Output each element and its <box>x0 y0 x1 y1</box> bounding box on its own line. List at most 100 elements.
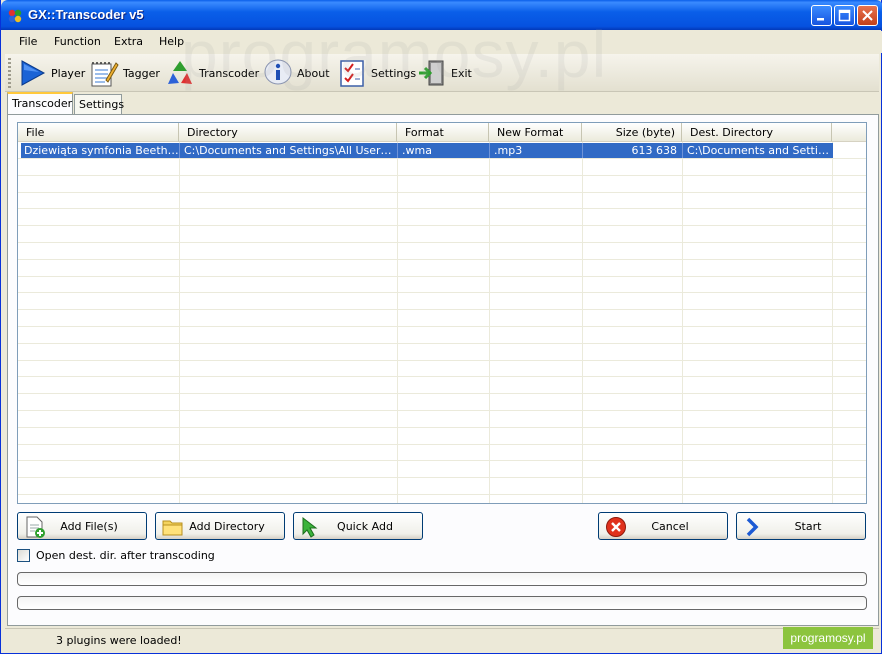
about-label: About <box>297 66 330 80</box>
player-label: Player <box>51 66 86 80</box>
column-size[interactable]: Size (byte) <box>582 123 682 142</box>
recycle-arrows-icon <box>168 61 192 84</box>
grid-row-line <box>18 309 866 310</box>
maximize-button[interactable] <box>834 5 855 26</box>
grid-row-line <box>18 192 866 193</box>
cell-divider <box>682 143 683 158</box>
cell-divider <box>582 143 583 158</box>
column-new-format[interactable]: New Format <box>489 123 582 142</box>
grid-row-line <box>18 242 866 243</box>
cell-divider <box>397 143 398 158</box>
play-icon <box>21 60 46 86</box>
add-directory-button[interactable]: Add Directory <box>155 512 285 540</box>
grid-column-line <box>832 142 833 503</box>
exit-door-icon <box>419 60 444 86</box>
window-title: GX::Transcoder v5 <box>28 7 144 22</box>
checklist-icon <box>340 60 364 87</box>
cell-new-format: .mp3 <box>494 144 523 157</box>
watermark-badge: programosy.pl <box>783 627 873 649</box>
grid-row-line <box>18 208 866 209</box>
notepad-pencil-icon <box>91 62 119 87</box>
transcoder-button[interactable]: Transcoder <box>165 56 259 90</box>
grid-row-line <box>18 460 866 461</box>
grid-row-line <box>18 477 866 478</box>
grid-row-line <box>18 444 866 445</box>
player-button[interactable]: Player <box>17 56 85 90</box>
grid-row-line <box>18 410 866 411</box>
column-dest-directory[interactable]: Dest. Directory <box>682 123 832 142</box>
start-button[interactable]: Start <box>736 512 866 540</box>
open-dest-label: Open dest. dir. after transcoding <box>36 549 215 562</box>
quick-add-label: Quick Add <box>337 519 393 533</box>
cancel-label: Cancel <box>651 519 689 533</box>
quick-add-button[interactable]: Quick Add <box>293 512 423 540</box>
minimize-icon <box>817 18 824 21</box>
column-filler <box>832 123 866 142</box>
grid-row-line <box>18 225 866 226</box>
file-list-table[interactable]: File Directory Format New Format Size (b… <box>17 122 867 504</box>
cell-format: .wma <box>402 144 432 157</box>
toolbar: Player Tagger Transcoder About Settings … <box>5 54 879 92</box>
cell-divider <box>489 143 490 158</box>
cancel-button[interactable]: Cancel <box>598 512 728 540</box>
menu-help[interactable]: Help <box>159 35 184 48</box>
cell-dest-directory: C:\Documents and Setting... <box>687 144 832 157</box>
tab-transcoder[interactable]: Transcoder <box>7 92 73 114</box>
add-files-button[interactable]: Add File(s) <box>17 512 147 540</box>
menu-bar: File Function Extra Help <box>1 31 882 53</box>
grid-row-line <box>18 292 866 293</box>
about-button[interactable]: About <box>263 56 330 90</box>
grid-row-line <box>18 175 866 176</box>
status-text: 3 plugins were loaded! <box>56 634 182 647</box>
toolbar-grip[interactable] <box>8 58 11 88</box>
title-bar[interactable]: GX::Transcoder v5 <box>1 0 882 30</box>
cell-size: 613 638 <box>631 144 678 157</box>
grid-row-line <box>18 427 866 428</box>
minimize-button[interactable] <box>811 5 832 26</box>
tab-settings[interactable]: Settings <box>74 94 124 114</box>
grid-column-line <box>179 142 180 503</box>
add-files-label: Add File(s) <box>60 519 118 533</box>
status-bar: 3 plugins were loaded! programosy.pl <box>5 627 879 650</box>
grid-column-line <box>682 142 683 503</box>
grid-column-line <box>582 142 583 503</box>
column-file[interactable]: File <box>18 123 179 142</box>
grid-row-line <box>18 158 866 159</box>
open-dest-checkbox[interactable] <box>17 549 30 562</box>
tagger-label: Tagger <box>123 66 160 80</box>
tagger-button[interactable]: Tagger <box>89 56 160 90</box>
cell-file: Dziewiąta symfonia Beethove... <box>24 144 179 157</box>
add-directory-label: Add Directory <box>189 519 265 533</box>
progress-bar-total <box>17 596 867 610</box>
settings-label: Settings <box>371 66 417 80</box>
close-button[interactable] <box>857 5 878 26</box>
grid-row-line <box>18 376 866 377</box>
transcoder-label: Transcoder <box>199 66 260 80</box>
grid-row-line <box>18 343 866 344</box>
menu-extra[interactable]: Extra <box>114 35 143 48</box>
grid-row-line <box>18 259 866 260</box>
cell-divider <box>179 143 180 158</box>
info-icon <box>264 59 292 85</box>
progress-bar-file <box>17 572 867 586</box>
grid-row-line <box>18 494 866 495</box>
exit-label: Exit <box>451 66 472 80</box>
grid-column-line <box>397 142 398 503</box>
maximize-icon <box>838 9 851 22</box>
menu-function[interactable]: Function <box>54 35 101 48</box>
settings-button[interactable]: Settings <box>337 56 416 90</box>
column-format[interactable]: Format <box>397 123 489 142</box>
exit-button[interactable]: Exit <box>417 56 472 90</box>
cell-directory: C:\Documents and Settings\All Users\Do..… <box>184 144 397 157</box>
app-icon <box>8 9 22 23</box>
open-dest-option[interactable]: Open dest. dir. after transcoding <box>17 548 215 563</box>
start-label: Start <box>794 519 822 533</box>
app-window: GX::Transcoder v5 File Function Extra He… <box>0 0 882 654</box>
grid-row-line <box>18 276 866 277</box>
column-directory[interactable]: Directory <box>179 123 397 142</box>
grid-column-line <box>489 142 490 503</box>
grid-row-line <box>18 393 866 394</box>
grid-row-line <box>18 326 866 327</box>
menu-file[interactable]: File <box>19 35 37 48</box>
close-icon <box>862 10 873 21</box>
